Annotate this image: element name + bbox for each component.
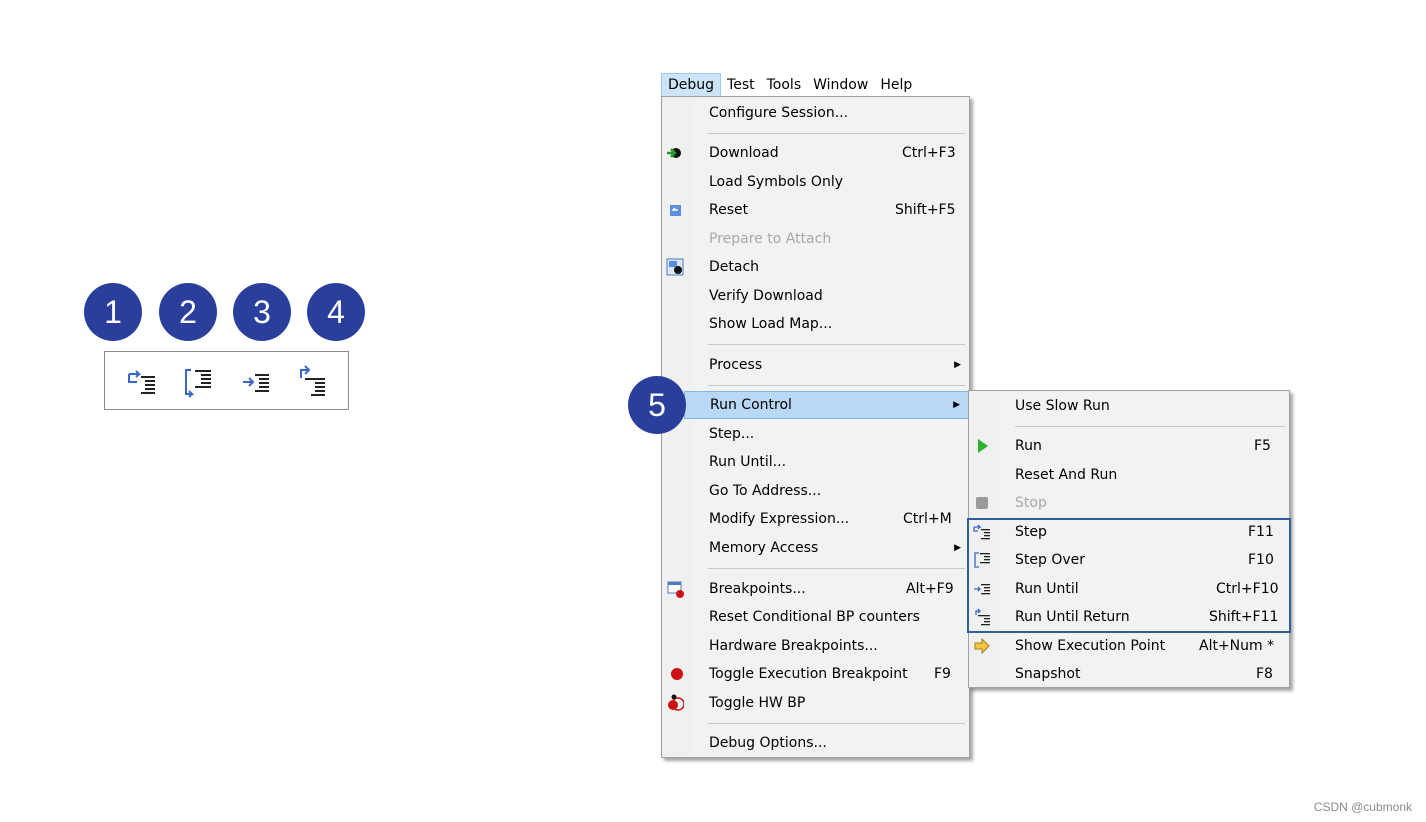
menu-item-load-symbols-only[interactable]: Load Symbols Only <box>662 168 969 196</box>
submenu-arrow-icon: ▶ <box>954 543 961 553</box>
breakpoints-icon <box>666 580 684 598</box>
separator <box>1015 426 1285 427</box>
run-until-return-icon <box>973 608 991 626</box>
separator <box>708 133 965 134</box>
toolbar-run-until-button[interactable] <box>239 364 275 400</box>
download-icon <box>666 144 684 162</box>
menu-item-memory-access[interactable]: Memory Access ▶ <box>662 534 969 562</box>
menu-item-show-load-map[interactable]: Show Load Map... <box>662 310 969 338</box>
breakpoint-dot-icon <box>666 665 684 683</box>
menu-help[interactable]: Help <box>874 73 918 97</box>
run-until-icon <box>243 374 269 392</box>
toolbar-step-button[interactable] <box>125 364 161 400</box>
menu-item-run-control[interactable]: Run Control ▶ <box>684 391 969 419</box>
menu-item-toggle-hw-bp[interactable]: Toggle HW BP <box>662 689 969 717</box>
menu-item-detach[interactable]: Detach <box>662 253 969 281</box>
submenu-item-snapshot[interactable]: Snapshot F8 <box>969 660 1289 688</box>
stop-icon <box>973 494 991 512</box>
menu-item-go-to-address[interactable]: Go To Address... <box>662 477 969 505</box>
menu-item-modify-expression[interactable]: Modify Expression... Ctrl+M <box>662 505 969 533</box>
badge-1: 1 <box>84 283 142 341</box>
menu-test[interactable]: Test <box>721 73 761 97</box>
badge-2: 2 <box>159 283 217 341</box>
step-over-icon <box>185 369 211 398</box>
menu-item-verify-download[interactable]: Verify Download <box>662 282 969 310</box>
menu-item-breakpoints[interactable]: Breakpoints... Alt+F9 <box>662 575 969 603</box>
menu-item-hardware-breakpoints[interactable]: Hardware Breakpoints... <box>662 632 969 660</box>
submenu-item-use-slow-run[interactable]: Use Slow Run <box>969 392 1289 420</box>
submenu-item-show-execution-point[interactable]: Show Execution Point Alt+Num * <box>969 632 1289 660</box>
execution-point-arrow-icon <box>973 637 991 655</box>
menu-window[interactable]: Window <box>807 73 874 97</box>
step-into-icon <box>973 523 991 541</box>
menu-debug[interactable]: Debug <box>661 73 722 97</box>
menu-bar: Debug Test Tools Window Help <box>661 73 918 97</box>
detach-icon <box>666 258 684 276</box>
run-until-icon <box>973 580 991 598</box>
badge-5: 5 <box>628 376 686 434</box>
separator <box>708 568 965 569</box>
menu-item-run-until[interactable]: Run Until... <box>662 448 969 476</box>
menu-tools[interactable]: Tools <box>761 73 808 97</box>
submenu-item-stop: Stop <box>969 489 1289 517</box>
submenu-arrow-icon: ▶ <box>953 400 960 410</box>
menu-item-download[interactable]: Download Ctrl+F3 <box>662 139 969 167</box>
step-into-icon <box>128 370 155 394</box>
run-control-submenu: Use Slow Run Run F5 Reset And Run Stop St… <box>968 390 1290 688</box>
badge-4: 4 <box>307 283 365 341</box>
step-over-icon <box>973 551 991 569</box>
submenu-item-run-until[interactable]: Run Until Ctrl+F10 <box>969 575 1289 603</box>
separator <box>708 385 965 386</box>
menu-item-prepare-to-attach: Prepare to Attach <box>709 231 832 247</box>
badge-3: 3 <box>233 283 291 341</box>
run-play-icon <box>973 437 991 455</box>
submenu-item-reset-and-run[interactable]: Reset And Run <box>969 461 1289 489</box>
watermark: CSDN @cubmonk <box>1313 800 1412 814</box>
menu-item-reset[interactable]: Reset Shift+F5 <box>662 196 969 224</box>
menu-item-reset-conditional-bp[interactable]: Reset Conditional BP counters <box>662 603 969 631</box>
run-until-return-icon <box>300 365 325 396</box>
submenu-item-step-over[interactable]: Step Over F10 <box>969 546 1289 574</box>
menu-item-configure-session[interactable]: Configure Session... <box>662 99 969 127</box>
submenu-item-step[interactable]: Step F11 <box>969 518 1289 546</box>
separator <box>708 723 965 724</box>
submenu-item-run[interactable]: Run F5 <box>969 432 1289 460</box>
toolbar-run-until-return-button[interactable] <box>295 364 331 400</box>
separator <box>708 344 965 345</box>
debug-toolbar <box>104 351 349 410</box>
menu-item-step[interactable]: Step... <box>662 420 969 448</box>
hw-breakpoint-icon <box>666 694 685 712</box>
debug-menu: Configure Session... Download Ctrl+F3 Loa… <box>661 96 970 758</box>
menu-item-debug-options[interactable]: Debug Options... <box>662 729 969 757</box>
menu-item-process[interactable]: Process ▶ <box>662 351 969 379</box>
menu-item-toggle-execution-breakpoint[interactable]: Toggle Execution Breakpoint F9 <box>662 660 969 688</box>
toolbar-step-over-button[interactable] <box>181 364 217 400</box>
submenu-arrow-icon: ▶ <box>954 360 961 370</box>
reset-icon <box>666 201 684 219</box>
submenu-item-run-until-return[interactable]: Run Until Return Shift+F11 <box>969 603 1289 631</box>
